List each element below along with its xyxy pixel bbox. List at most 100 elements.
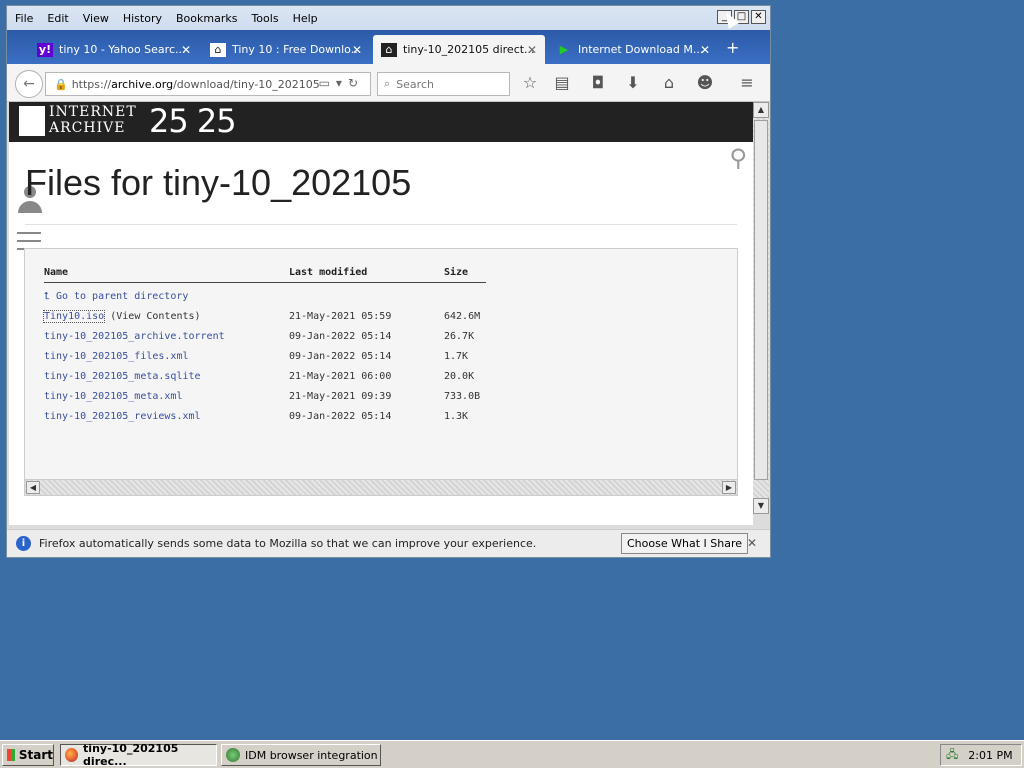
- tab-bar: y! tiny 10 - Yahoo Searc... ✕ ⌂ Tiny 10 …: [7, 30, 770, 64]
- file-link[interactable]: tiny-10_202105_reviews.xml: [44, 411, 201, 422]
- ia-wordmark[interactable]: INTERNET ARCHIVE: [49, 104, 137, 136]
- menu-bar: File Edit View History Bookmarks Tools H…: [7, 6, 770, 30]
- back-button[interactable]: ←: [15, 70, 43, 98]
- file-link[interactable]: tiny-10_202105_archive.torrent: [44, 331, 225, 342]
- downloads-icon[interactable]: ⬇: [622, 73, 644, 92]
- file-link[interactable]: tiny-10_202105_meta.xml: [44, 391, 182, 402]
- search-placeholder: Search: [396, 77, 434, 91]
- menu-bookmarks[interactable]: Bookmarks: [176, 12, 237, 25]
- parent-label: Go to parent directory: [55, 291, 189, 302]
- search-input[interactable]: ⌕ Search: [377, 72, 510, 96]
- tab-idm[interactable]: ▶ Internet Download M... ✕: [548, 35, 718, 64]
- yahoo-icon: y!: [37, 42, 53, 57]
- vertical-scrollbar[interactable]: ▲ ▼: [753, 102, 769, 514]
- page-title: Files for tiny-10_202105: [25, 162, 412, 203]
- scroll-right-icon[interactable]: ▶: [722, 481, 736, 494]
- horizontal-scrollbar[interactable]: ◀ ▶: [25, 479, 737, 495]
- network-icon[interactable]: 🖧: [946, 746, 958, 765]
- archive-icon: ⌂: [210, 42, 226, 57]
- file-link[interactable]: tiny-10_202105_files.xml: [44, 351, 189, 362]
- scroll-up-icon[interactable]: ▲: [753, 102, 769, 118]
- tab-label: tiny-10_202105 direct...: [403, 43, 535, 56]
- header-modified: Last modified: [289, 267, 368, 278]
- close-notification-icon[interactable]: ✕: [747, 536, 757, 550]
- new-tab-icon[interactable]: +: [726, 38, 739, 57]
- menu-history[interactable]: History: [123, 12, 162, 25]
- start-label: Start: [18, 748, 53, 762]
- file-size: 1.7K: [444, 351, 469, 362]
- close-tab-icon[interactable]: ✕: [181, 43, 191, 57]
- tab-yahoo[interactable]: y! tiny 10 - Yahoo Searc... ✕: [29, 35, 199, 64]
- url-host: archive.org: [111, 77, 174, 91]
- pocket-icon[interactable]: ◘: [587, 73, 609, 92]
- file-size: 1.3K: [444, 411, 469, 422]
- clock[interactable]: 2:01 PM: [968, 749, 1012, 762]
- ia-anniversary-logo: 25 25: [149, 102, 237, 140]
- menu-edit[interactable]: Edit: [47, 12, 68, 25]
- scroll-down-icon[interactable]: ▼: [753, 498, 769, 514]
- scroll-left-icon[interactable]: ◀: [26, 481, 40, 494]
- menu-file[interactable]: File: [15, 12, 33, 25]
- idm-icon: [226, 748, 240, 762]
- header-size: Size: [444, 267, 469, 278]
- emoji-icon[interactable]: ☻: [694, 73, 716, 92]
- tab-archive-details[interactable]: ⌂ Tiny 10 : Free Downlo... ✕: [202, 35, 370, 64]
- menu-tools[interactable]: Tools: [251, 12, 278, 25]
- url-path: /download/tiny-10_202105: [173, 77, 320, 91]
- parent-directory-link[interactable]: ⮤ Go to parent directory: [44, 291, 188, 302]
- tab-archive-directory[interactable]: ⌂ tiny-10_202105 direct... ✕: [373, 35, 545, 64]
- ia-line2: ARCHIVE: [49, 120, 126, 136]
- up-arrow-icon: ⮤: [44, 291, 50, 302]
- firefox-icon: [65, 748, 79, 762]
- taskbar-item-label: tiny-10_202105 direc...: [83, 742, 179, 768]
- start-button[interactable]: Start: [2, 744, 54, 766]
- tab-label: tiny 10 - Yahoo Searc...: [59, 43, 186, 56]
- notification-message: Firefox automatically sends some data to…: [39, 537, 537, 550]
- system-tray: 🖧 2:01 PM: [940, 744, 1022, 766]
- file-size: 20.0K: [444, 371, 475, 382]
- menu-help[interactable]: Help: [293, 12, 318, 25]
- home-icon[interactable]: ⌂: [658, 73, 680, 92]
- url-bar[interactable]: 🔒 https://archive.org/download/tiny-10_2…: [45, 72, 371, 96]
- navigation-bar: ← 🔒 https://archive.org/download/tiny-10…: [7, 64, 770, 102]
- parent-directory-row[interactable]: ⮤ Go to parent directory: [44, 291, 188, 302]
- ia-line1: INTERNET: [49, 104, 137, 120]
- close-tab-icon[interactable]: ✕: [527, 43, 537, 57]
- file-modified: 21-May-2021 06:00: [289, 371, 392, 382]
- close-tab-icon[interactable]: ✕: [352, 43, 362, 57]
- tab-label: Tiny 10 : Free Downlo...: [232, 43, 362, 56]
- bookmark-star-icon[interactable]: ☆: [519, 73, 541, 92]
- close-tab-icon[interactable]: ✕: [700, 43, 710, 57]
- file-link[interactable]: Tiny10.iso: [42, 310, 106, 323]
- search-icon: ⌕: [384, 77, 391, 90]
- lock-icon: 🔒: [54, 77, 68, 91]
- menu-view[interactable]: View: [83, 12, 109, 25]
- header-name: Name: [44, 267, 69, 278]
- search-icon[interactable]: ⚲: [729, 144, 747, 172]
- ia-header: INTERNET ARCHIVE 25 25: [9, 102, 753, 142]
- taskbar-item-idm[interactable]: IDM browser integration: [221, 744, 381, 766]
- ia-logo[interactable]: [19, 106, 45, 136]
- view-contents-link[interactable]: (View Contents): [110, 311, 200, 322]
- file-link[interactable]: tiny-10_202105_meta.sqlite: [44, 371, 201, 382]
- file-size: 26.7K: [444, 331, 475, 342]
- header-rule: [44, 282, 486, 283]
- hamburger-menu-icon[interactable]: ≡: [736, 73, 758, 92]
- reading-list-icon[interactable]: ▤: [551, 73, 573, 92]
- choose-what-i-share-button[interactable]: Choose What I Share: [621, 533, 748, 554]
- info-icon: i: [16, 536, 31, 551]
- idm-icon: ▶: [559, 42, 569, 56]
- scroll-thumb[interactable]: [754, 120, 768, 480]
- taskbar: Start tiny-10_202105 direc... IDM browse…: [0, 740, 1024, 768]
- reader-reload-icons[interactable]: ▭▾↻: [319, 76, 364, 90]
- page-content: INTERNET ARCHIVE 25 25 ⚲ Files for tiny-…: [9, 102, 753, 525]
- notification-bar: i Firefox automatically sends some data …: [7, 529, 770, 557]
- close-window-button[interactable]: ✕: [751, 10, 766, 24]
- taskbar-item-firefox[interactable]: tiny-10_202105 direc...: [60, 742, 217, 768]
- file-size: 642.6M: [444, 311, 481, 322]
- windows-flag-icon: [7, 749, 15, 761]
- url-prefix: https://: [71, 77, 112, 91]
- file-modified: 21-May-2021 09:39: [289, 391, 392, 402]
- file-modified: 09-Jan-2022 05:14: [289, 331, 392, 342]
- firefox-window: File Edit View History Bookmarks Tools H…: [6, 5, 771, 558]
